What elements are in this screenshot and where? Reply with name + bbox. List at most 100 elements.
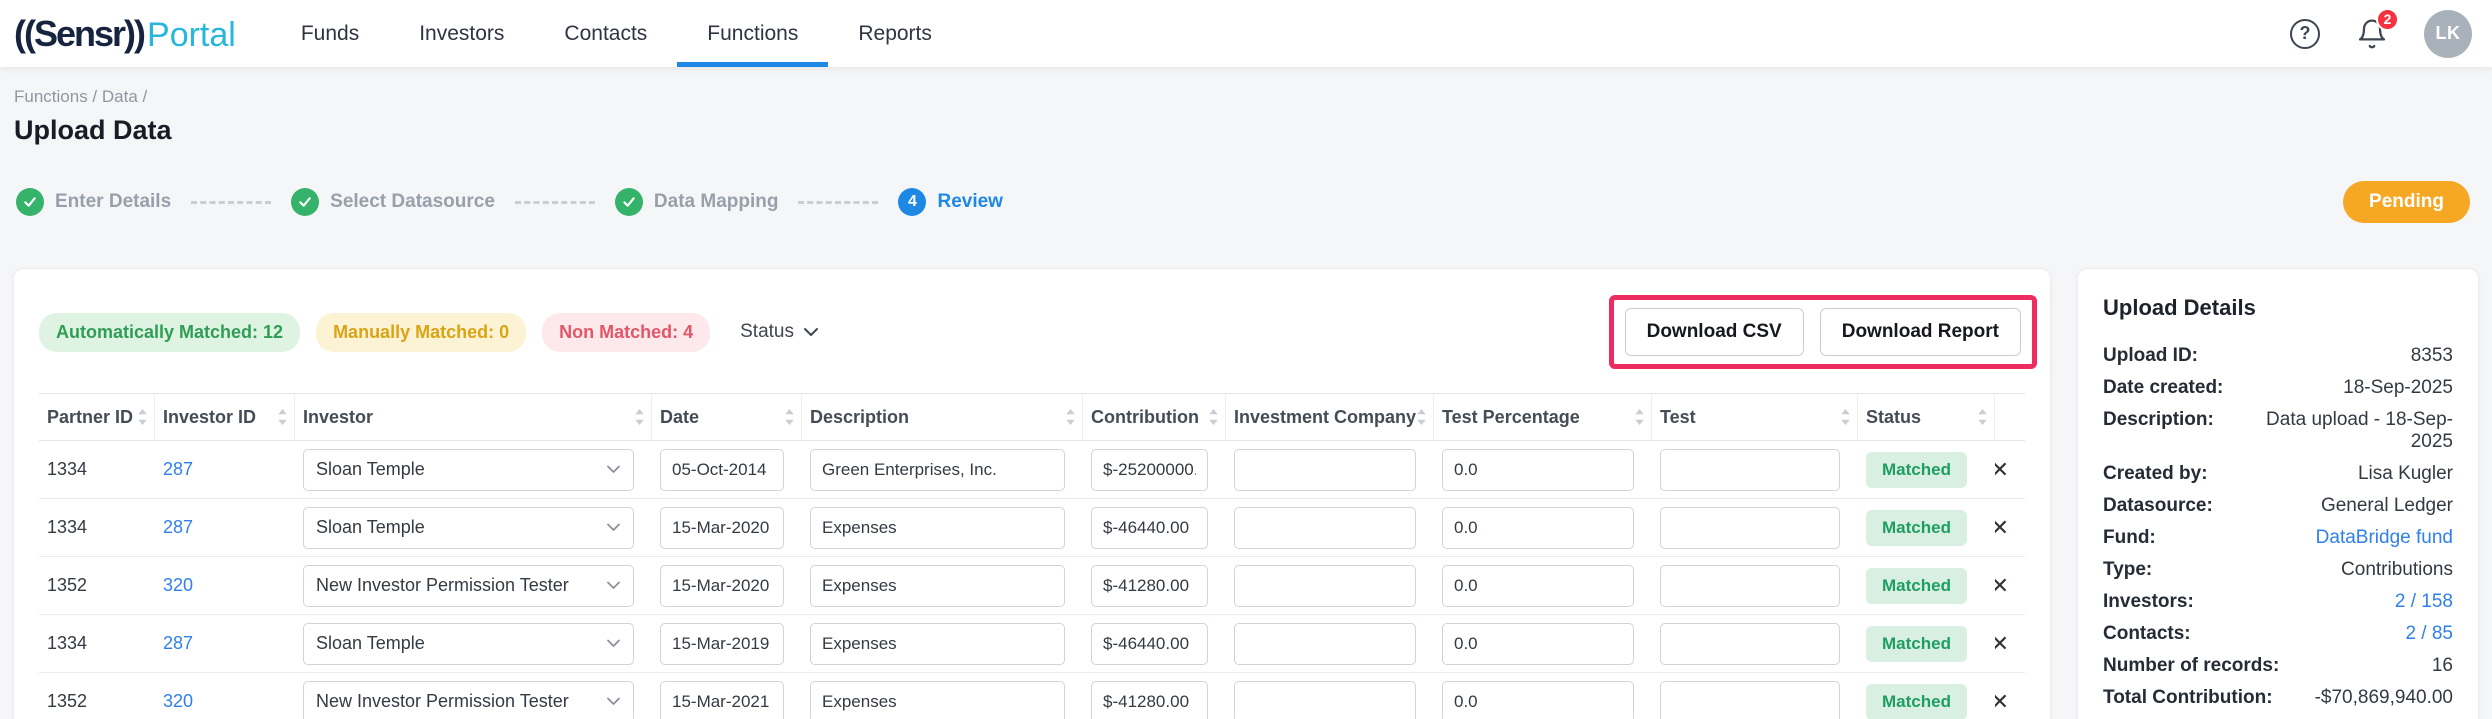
- nav-item-funds[interactable]: Funds: [271, 0, 389, 67]
- column-header-investor[interactable]: Investor: [295, 394, 652, 440]
- description-input[interactable]: [810, 506, 1065, 549]
- investment-company-input[interactable]: [1234, 506, 1416, 549]
- user-avatar[interactable]: LK: [2424, 9, 2472, 58]
- column-header-date[interactable]: Date: [652, 394, 802, 440]
- status-badge: Matched: [1866, 451, 1967, 488]
- test-percentage-input[interactable]: [1442, 680, 1634, 719]
- date-input[interactable]: [660, 448, 784, 491]
- help-icon[interactable]: ?: [2290, 18, 2320, 49]
- status-filter-dropdown[interactable]: Status: [740, 321, 819, 343]
- column-header-test_percentage[interactable]: Test Percentage: [1434, 394, 1652, 440]
- nav-item-functions[interactable]: Functions: [677, 0, 829, 67]
- detail-label: Date created:: [2103, 377, 2224, 398]
- detail-row: Investors: 2 / 158: [2103, 591, 2453, 613]
- remove-row-button[interactable]: ✕: [1995, 691, 2009, 713]
- notifications-button[interactable]: 2: [2356, 7, 2399, 50]
- date-input[interactable]: [660, 622, 784, 665]
- step-enter-details[interactable]: Enter Details: [16, 188, 171, 216]
- remove-row-button[interactable]: ✕: [1995, 633, 2009, 655]
- test-input[interactable]: [1660, 448, 1840, 491]
- nav-item-contacts[interactable]: Contacts: [534, 0, 677, 67]
- step-select-datasource[interactable]: Select Datasource: [291, 188, 495, 216]
- contribution-input[interactable]: [1091, 564, 1208, 607]
- date-input[interactable]: [660, 506, 784, 549]
- investment-company-cell: [1226, 564, 1434, 607]
- test-percentage-input[interactable]: [1442, 622, 1634, 665]
- investor-id-link[interactable]: 287: [163, 633, 193, 653]
- investment-company-input[interactable]: [1234, 564, 1416, 607]
- contribution-input[interactable]: [1091, 680, 1208, 719]
- investor-select[interactable]: Sloan Temple: [303, 506, 634, 549]
- column-header-status[interactable]: Status: [1858, 394, 1995, 440]
- contribution-input[interactable]: [1091, 506, 1208, 549]
- step-data-mapping[interactable]: Data Mapping: [614, 188, 779, 216]
- investor-select[interactable]: New Investor Permission Tester: [303, 680, 634, 719]
- date-cell: [652, 680, 802, 719]
- test-percentage-input[interactable]: [1442, 564, 1634, 607]
- sort-icon[interactable]: [276, 406, 289, 428]
- investment-company-input[interactable]: [1234, 448, 1416, 491]
- download-report-button[interactable]: Download Report: [1819, 308, 2021, 356]
- detail-value[interactable]: 2 / 85: [2405, 623, 2453, 645]
- investor-select[interactable]: New Investor Permission Tester: [303, 564, 634, 607]
- investor-id-link[interactable]: 320: [163, 691, 193, 711]
- chevron-down-icon: [606, 523, 621, 532]
- contribution-input[interactable]: [1091, 448, 1208, 491]
- investment-company-input[interactable]: [1234, 622, 1416, 665]
- nav-item-investors[interactable]: Investors: [389, 0, 534, 67]
- description-input[interactable]: [810, 564, 1065, 607]
- nav-item-reports[interactable]: Reports: [828, 0, 962, 67]
- test-percentage-input[interactable]: [1442, 448, 1634, 491]
- test-input[interactable]: [1660, 564, 1840, 607]
- investor-id-link[interactable]: 320: [163, 575, 193, 595]
- test-input[interactable]: [1660, 622, 1840, 665]
- remove-row-button[interactable]: ✕: [1995, 517, 2009, 539]
- column-header-contribution[interactable]: Contribution: [1083, 394, 1226, 440]
- sort-icon[interactable]: [1839, 406, 1852, 428]
- description-input[interactable]: [810, 680, 1065, 719]
- description-input[interactable]: [810, 448, 1065, 491]
- breadcrumb[interactable]: Functions / Data /: [14, 87, 2478, 107]
- investor-select[interactable]: Sloan Temple: [303, 622, 634, 665]
- investment-company-input[interactable]: [1234, 680, 1416, 719]
- test-percentage-input[interactable]: [1442, 506, 1634, 549]
- test-input[interactable]: [1660, 506, 1840, 549]
- remove-row-button[interactable]: ✕: [1995, 459, 2009, 481]
- detail-label: Upload ID:: [2103, 345, 2198, 366]
- step-label: Data Mapping: [653, 191, 779, 212]
- date-input[interactable]: [660, 680, 784, 719]
- column-header-investor_id[interactable]: Investor ID: [155, 394, 295, 440]
- sort-icon[interactable]: [1633, 406, 1646, 428]
- sort-icon[interactable]: [633, 406, 646, 428]
- investor-id-link[interactable]: 287: [163, 517, 193, 537]
- column-header-description[interactable]: Description: [802, 394, 1083, 440]
- detail-value[interactable]: DataBridge fund: [2316, 527, 2453, 549]
- description-input[interactable]: [810, 622, 1065, 665]
- investor-select-value: Sloan Temple: [316, 633, 425, 653]
- sort-icon[interactable]: [1207, 406, 1220, 428]
- step-review[interactable]: 4 Review: [898, 188, 1003, 216]
- detail-label: Total Contribution:: [2103, 687, 2273, 708]
- investor-select-value: New Investor Permission Tester: [316, 575, 569, 595]
- column-header-test[interactable]: Test: [1652, 394, 1858, 440]
- detail-value[interactable]: 2 / 158: [2395, 591, 2453, 613]
- sort-icon[interactable]: [136, 406, 149, 428]
- detail-row: Number of records: 16: [2103, 655, 2453, 677]
- column-header-partner_id[interactable]: Partner ID: [39, 394, 155, 440]
- download-csv-button[interactable]: Download CSV: [1624, 308, 1804, 356]
- sort-icon[interactable]: [1976, 406, 1989, 428]
- date-input[interactable]: [660, 564, 784, 607]
- app-logo[interactable]: ((Sensr)) Portal: [14, 13, 236, 55]
- column-header-investment_company[interactable]: Investment Company: [1226, 394, 1434, 440]
- investor-id-link[interactable]: 287: [163, 459, 193, 479]
- sort-icon[interactable]: [1064, 406, 1077, 428]
- investor-select[interactable]: Sloan Temple: [303, 448, 634, 491]
- detail-row: Type: Contributions: [2103, 559, 2453, 581]
- remove-row-button[interactable]: ✕: [1995, 575, 2009, 597]
- detail-label: Contacts:: [2103, 623, 2191, 644]
- date-cell: [652, 448, 802, 491]
- sort-icon[interactable]: [783, 406, 796, 428]
- contribution-input[interactable]: [1091, 622, 1208, 665]
- test-input[interactable]: [1660, 680, 1840, 719]
- sort-icon[interactable]: [1415, 406, 1428, 428]
